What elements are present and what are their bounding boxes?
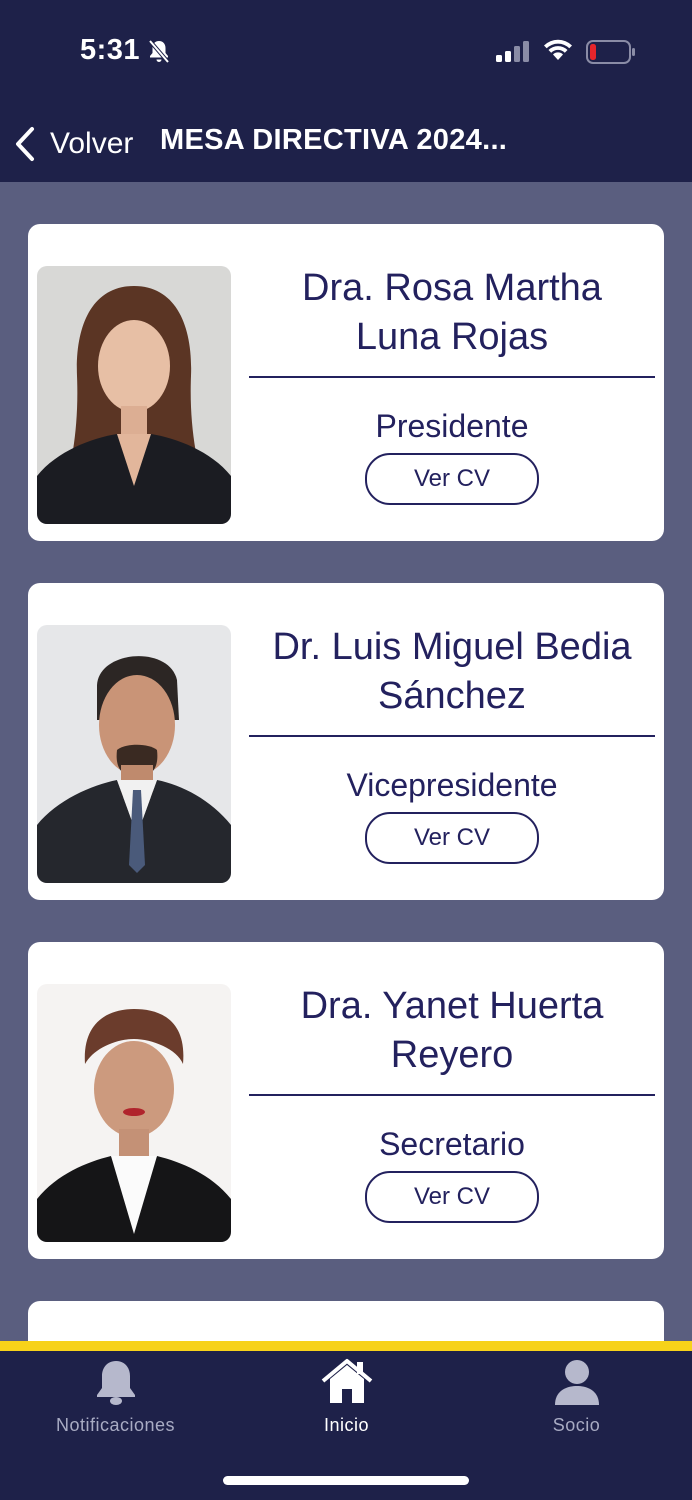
status-time: 5:31 (80, 34, 141, 66)
member-photo (37, 984, 231, 1242)
member-name-line: Dra. Rosa Martha (302, 267, 602, 309)
member-name-line: Dr. Luis Miguel Bedia (272, 626, 632, 668)
tab-socio[interactable]: Socio (461, 1351, 692, 1451)
member-card: Dr. Luis Miguel Bedia Sánchez Vicepresid… (28, 583, 664, 900)
tab-label: Socio (552, 1415, 601, 1435)
tab-inicio[interactable]: Inicio (231, 1351, 462, 1451)
member-photo (37, 266, 231, 524)
bell-muted-icon (148, 39, 170, 64)
divider (249, 376, 655, 378)
battery-low-icon (586, 40, 635, 64)
member-list: Dra. Rosa Martha Luna Rojas Presidente V… (28, 224, 664, 1403)
view-cv-button[interactable]: Ver CV (365, 1171, 539, 1223)
page-title: MESA DIRECTIVA 2024... (160, 124, 508, 156)
wifi-icon (544, 39, 572, 60)
member-photo (37, 625, 231, 883)
chevron-left-icon (16, 127, 34, 161)
bell-icon (96, 1361, 135, 1405)
view-cv-button[interactable]: Ver CV (365, 812, 539, 864)
member-card: Dra. Yanet Huerta Reyero Secretario Ver … (28, 942, 664, 1259)
member-role: Presidente (375, 408, 529, 444)
member-role: Secretario (379, 1126, 525, 1162)
member-name-line: Dra. Yanet Huerta (300, 985, 604, 1027)
member-name: Dra. Yanet Huerta Reyero (249, 982, 655, 1080)
member-name: Dra. Rosa Martha Luna Rojas (249, 264, 655, 362)
divider (249, 735, 655, 737)
member-name-line: Sánchez (378, 675, 526, 717)
divider (249, 1094, 655, 1096)
member-name-line: Reyero (390, 1034, 514, 1076)
tab-notificaciones[interactable]: Notificaciones (0, 1351, 231, 1451)
member-name-line: Luna Rojas (355, 316, 549, 358)
member-card: Dra. Rosa Martha Luna Rojas Presidente V… (28, 224, 664, 541)
back-button[interactable]: Volver (14, 122, 133, 166)
tab-label: Notificaciones (55, 1415, 176, 1435)
cellular-signal-icon (496, 41, 529, 62)
top-bar: 5:31 Volver MESA DIRECTIVA 2024... (0, 0, 692, 182)
tabbar-accent-line (0, 1341, 692, 1351)
home-indicator (223, 1476, 469, 1485)
tab-label: Inicio (323, 1415, 370, 1435)
member-role: Vicepresidente (346, 767, 558, 803)
person-icon (554, 1360, 599, 1405)
back-label: Volver (50, 127, 134, 160)
view-cv-button[interactable]: Ver CV (365, 453, 539, 505)
home-icon (321, 1359, 372, 1403)
member-name: Dr. Luis Miguel Bedia Sánchez (249, 623, 655, 721)
